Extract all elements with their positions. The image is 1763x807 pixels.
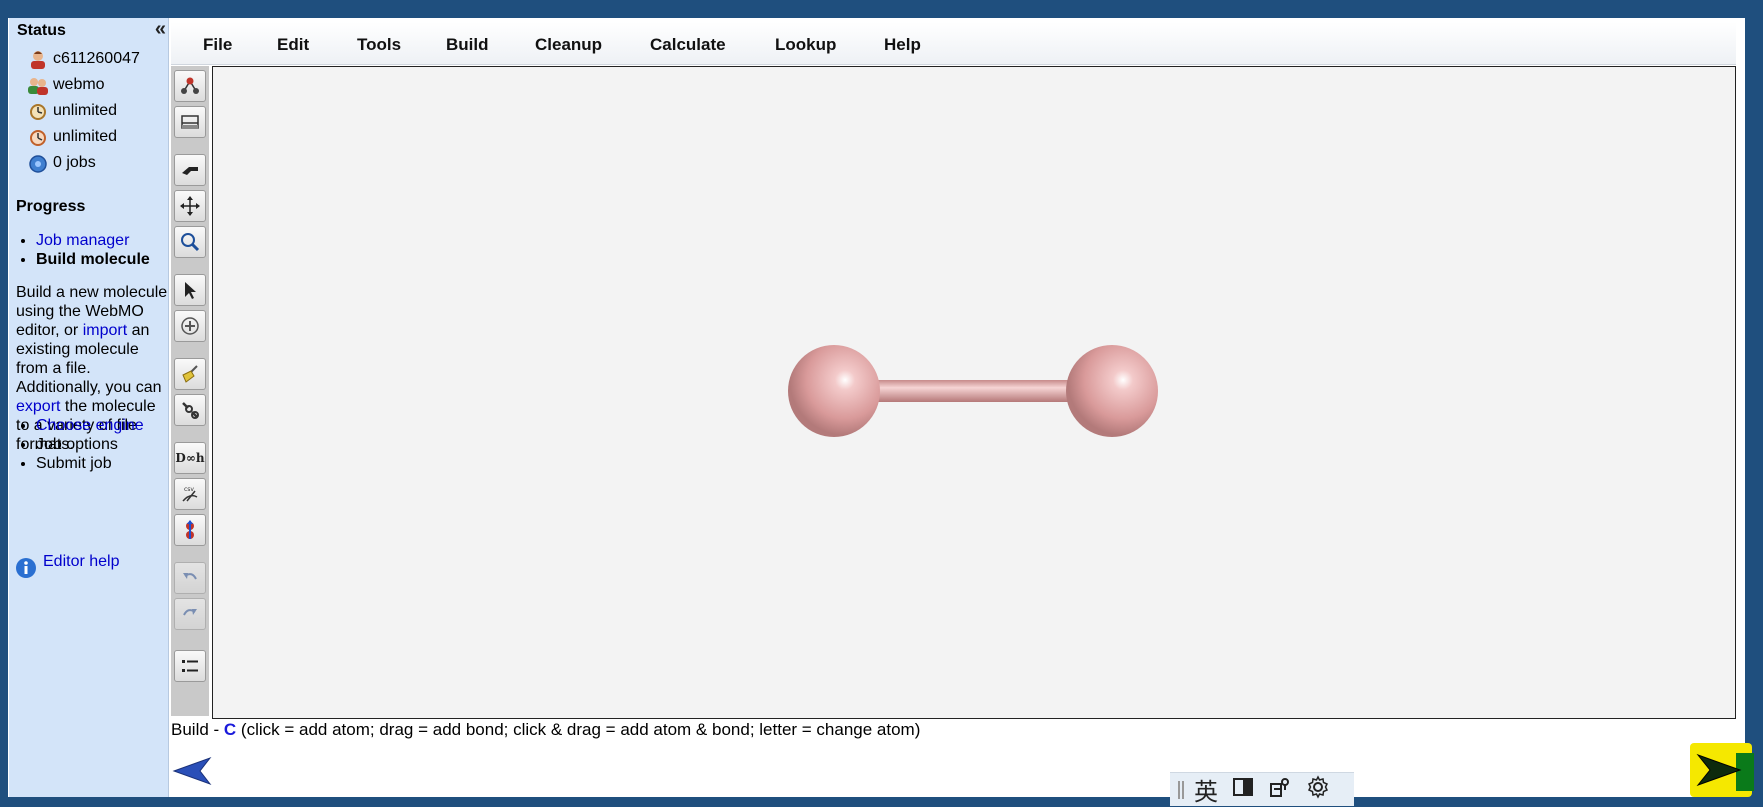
status-jobs: 0 jobs bbox=[27, 152, 96, 174]
progress-steps-top: Job manager Build molecule bbox=[16, 231, 150, 269]
ime-mode-icon[interactable] bbox=[1232, 776, 1254, 804]
menu-calculate[interactable]: Calculate bbox=[650, 35, 726, 55]
ime-grip-handle[interactable] bbox=[1178, 780, 1184, 799]
back-arrow-icon bbox=[172, 756, 212, 786]
undo-icon bbox=[183, 573, 197, 580]
current-element: C bbox=[223, 720, 237, 739]
atom-bond-tool-icon bbox=[181, 77, 199, 94]
choose-engine-link[interactable]: Choose engine bbox=[36, 417, 144, 434]
adjust-wrench-button[interactable] bbox=[174, 394, 206, 426]
molecule-atom-2 bbox=[1066, 345, 1158, 437]
step-submit-job: Submit job bbox=[36, 454, 144, 473]
next-arrow-icon bbox=[1696, 753, 1742, 787]
redo-icon bbox=[183, 609, 197, 616]
cleanup-tool-icon: csv bbox=[182, 486, 198, 502]
step-job-options: Job options bbox=[36, 435, 144, 454]
molecule-canvas[interactable] bbox=[212, 66, 1736, 719]
user-icon bbox=[27, 48, 49, 70]
group-icon bbox=[27, 74, 49, 96]
back-button[interactable] bbox=[172, 756, 212, 786]
menu-lookup[interactable]: Lookup bbox=[775, 35, 836, 55]
export-link[interactable]: export bbox=[16, 398, 60, 415]
symmetry-tool-icon: D∞h bbox=[175, 451, 205, 465]
menu-build[interactable]: Build bbox=[446, 35, 489, 55]
ime-settings-gear-icon[interactable] bbox=[1306, 774, 1330, 805]
sidebar: Status « c611260047 webmo unlimited unli… bbox=[9, 18, 169, 797]
status-cpu-limit: unlimited bbox=[27, 126, 117, 148]
zoom-tool-button[interactable] bbox=[174, 226, 206, 258]
menu-cleanup[interactable]: Cleanup bbox=[535, 35, 602, 55]
menu-file[interactable]: File bbox=[203, 35, 232, 55]
status-time-label: unlimited bbox=[53, 102, 118, 119]
cleanup-broom-button[interactable] bbox=[174, 358, 206, 390]
molecule-atom-1 bbox=[788, 345, 880, 437]
job-manager-link[interactable]: Job manager bbox=[36, 232, 129, 249]
status-user: c611260047 bbox=[27, 48, 140, 70]
clock-icon bbox=[27, 126, 49, 148]
menu-tools[interactable]: Tools bbox=[357, 35, 401, 55]
add-hydrogen-tool-icon bbox=[181, 317, 199, 335]
time-limit-icon bbox=[27, 100, 49, 122]
list-icon bbox=[182, 660, 198, 672]
menu-help[interactable]: Help bbox=[884, 35, 921, 55]
add-hydrogen-tool-button[interactable] bbox=[174, 310, 206, 342]
adjust-wrench-icon bbox=[182, 402, 199, 419]
fragment-tool-button[interactable] bbox=[174, 106, 206, 138]
status-user-label: c611260047 bbox=[53, 50, 140, 67]
status-hint: (click = add atom; drag = add bond; clic… bbox=[236, 720, 921, 739]
editor-status-line: Build - C (click = add atom; drag = add … bbox=[171, 720, 920, 740]
next-button[interactable] bbox=[1690, 743, 1754, 797]
collapse-sidebar-button[interactable]: « bbox=[155, 18, 166, 41]
menu-edit[interactable]: Edit bbox=[277, 35, 309, 55]
status-prefix: Build - bbox=[171, 720, 224, 739]
cleanup-tool-button[interactable]: csv bbox=[174, 478, 206, 510]
redo-button[interactable] bbox=[174, 598, 206, 630]
dipole-tool-icon bbox=[186, 520, 194, 539]
symmetry-tool-button[interactable]: D∞h bbox=[174, 442, 206, 474]
editor-help-link[interactable]: Editor help bbox=[43, 553, 120, 571]
step-build-molecule: Build molecule bbox=[36, 250, 150, 269]
info-icon bbox=[15, 557, 39, 581]
translate-tool-button[interactable] bbox=[174, 190, 206, 222]
cleanup-broom-icon bbox=[182, 365, 198, 383]
status-cpu-label: unlimited bbox=[53, 128, 118, 145]
zoom-tool-icon bbox=[181, 233, 200, 252]
rotate-tool-button[interactable] bbox=[174, 154, 206, 186]
ime-tools-icon[interactable] bbox=[1268, 776, 1292, 804]
tool-palette: D∞h csv bbox=[171, 66, 209, 716]
progress-steps-bottom: Choose engine Job options Submit job bbox=[16, 416, 144, 473]
undo-button[interactable] bbox=[174, 562, 206, 594]
ime-toolbar: 英 bbox=[1170, 772, 1354, 806]
import-link[interactable]: import bbox=[83, 322, 127, 339]
molecule-view bbox=[788, 345, 1158, 437]
jobs-icon bbox=[27, 152, 49, 174]
status-group: webmo bbox=[27, 74, 105, 96]
list-button[interactable] bbox=[174, 650, 206, 682]
status-group-label: webmo bbox=[53, 76, 105, 93]
ime-language-toggle[interactable]: 英 bbox=[1194, 772, 1218, 807]
sidebar-title: Status bbox=[17, 22, 66, 39]
progress-title: Progress bbox=[16, 198, 86, 215]
select-tool-icon bbox=[185, 282, 196, 299]
menu-bar: File Edit Tools Build Cleanup Calculate … bbox=[171, 22, 1736, 65]
editor-help[interactable]: Editor help bbox=[15, 553, 120, 581]
atom-bond-tool-button[interactable] bbox=[174, 70, 206, 102]
rotate-tool-icon bbox=[182, 167, 198, 175]
select-tool-button[interactable] bbox=[174, 274, 206, 306]
status-time-limit: unlimited bbox=[27, 100, 117, 122]
step-job-manager: Job manager bbox=[36, 231, 150, 250]
build-molecule-current-step: Build molecule bbox=[36, 251, 150, 268]
fragment-tool-icon bbox=[181, 115, 199, 129]
translate-tool-icon bbox=[180, 196, 200, 216]
dipole-tool-button[interactable] bbox=[174, 514, 206, 546]
status-jobs-label: 0 jobs bbox=[53, 154, 96, 171]
step-choose-engine: Choose engine bbox=[36, 416, 144, 435]
svg-text:csv: csv bbox=[184, 486, 194, 493]
